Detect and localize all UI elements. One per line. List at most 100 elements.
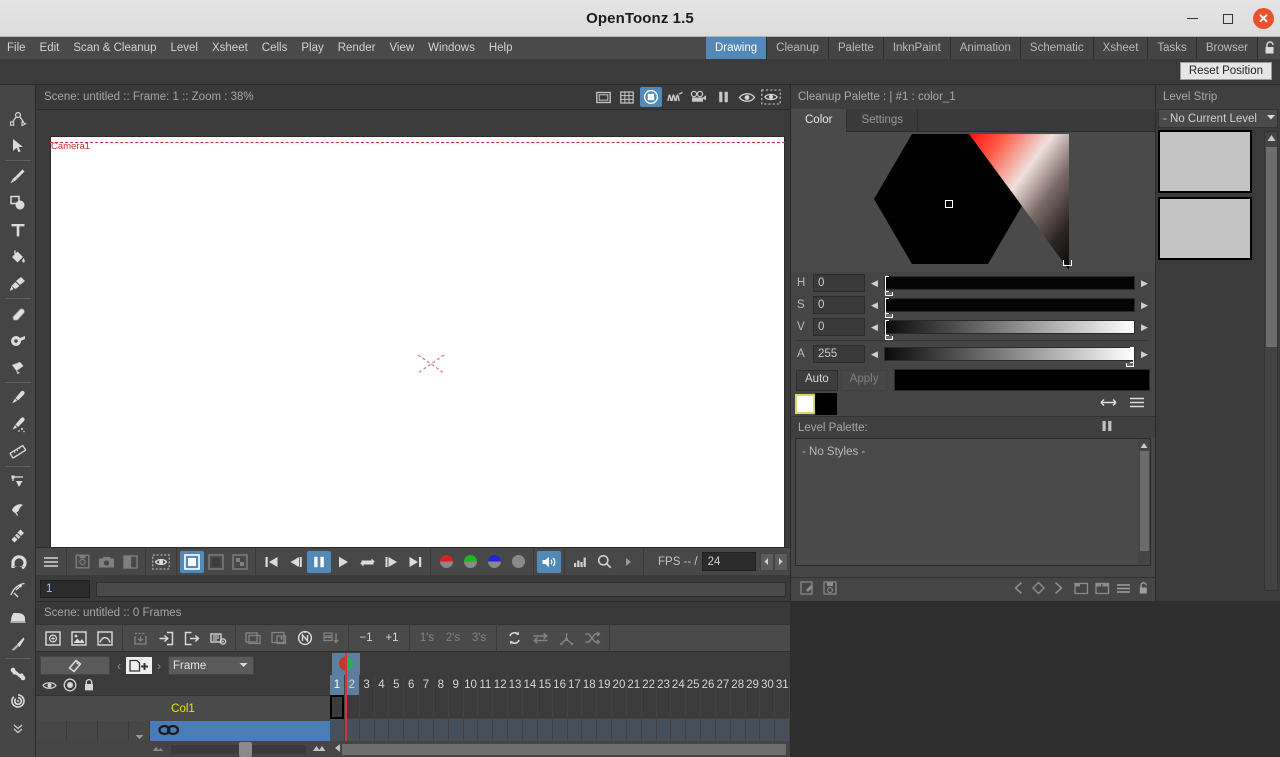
slider-inc-a[interactable]: ▶ [1140,349,1149,360]
eraser-tool[interactable] [3,300,33,327]
skip-end-icon[interactable] [403,551,427,573]
fps-decrement-button[interactable] [759,552,774,571]
frame-number-3[interactable]: 3 [360,675,375,695]
slider-track-v[interactable] [884,320,1135,340]
menu-edit[interactable]: Edit [33,37,67,59]
slider-inc-s[interactable]: ▶ [1140,300,1149,311]
geometric-tool[interactable] [3,189,33,216]
zoom-out-columns-icon[interactable] [151,744,165,756]
toggle-orientation-button[interactable] [40,656,110,675]
skip-start-icon[interactable] [259,551,283,573]
smart-raster-brush-tool[interactable] [3,270,33,297]
eye-icon[interactable] [42,680,57,694]
table-row[interactable] [626,695,642,741]
level-palette-body[interactable]: - No Styles - [795,438,1151,566]
rgb-picker-tool[interactable] [3,411,33,438]
new-level-button[interactable] [126,657,152,674]
white-bg-icon[interactable] [180,550,204,573]
swap-colors-icon[interactable] [1100,397,1117,411]
minimize-button[interactable] [1181,8,1203,30]
auto-button[interactable]: Auto [796,369,838,391]
edit-palette-icon[interactable] [796,581,819,598]
animate-tool[interactable] [3,105,33,132]
room-tab-drawing[interactable]: Drawing [705,37,768,59]
tracker-tool[interactable] [3,687,33,714]
set-key-icon[interactable] [1031,581,1046,598]
table-row[interactable] [775,695,791,741]
column-seg-2[interactable] [67,721,98,741]
new-toonz-raster-level-button[interactable] [66,627,92,649]
frame-number-1[interactable]: 1 [330,675,345,695]
play-icon[interactable] [331,551,355,573]
xsheet-column-name[interactable]: Col1 [171,703,195,715]
frame-number-27[interactable]: 27 [716,675,731,695]
frame-number-26[interactable]: 26 [701,675,716,695]
menu-level[interactable]: Level [163,37,205,59]
column-seg-3[interactable] [98,721,129,741]
lock-rooms-icon[interactable] [1262,40,1278,56]
new-style-swatch[interactable] [815,393,837,415]
table-row[interactable] [671,695,687,741]
room-tab-palette[interactable]: Palette [829,37,884,59]
canvas-paper[interactable] [50,136,785,561]
bar-histogram-icon[interactable] [568,551,592,573]
fps-value-field[interactable]: 24 [701,552,756,571]
room-tab-schematic[interactable]: Schematic [1020,37,1094,59]
random-button[interactable] [579,627,605,649]
finger-tool[interactable] [3,354,33,381]
decrease-step-button[interactable]: −1 [353,627,379,649]
frame-number-24[interactable]: 24 [671,675,687,695]
table-row[interactable] [730,695,746,741]
slider-field-h[interactable]: 0 [813,274,865,292]
menu-play[interactable]: Play [294,37,330,59]
options-menu-icon[interactable] [1116,583,1131,597]
viewer-canvas[interactable]: Camera1 [50,111,790,561]
new-page-icon[interactable] [1095,582,1110,598]
table-row[interactable] [389,695,405,741]
frame-number-21[interactable]: 21 [627,675,642,695]
table-row[interactable] [701,695,716,741]
zoom-in-columns-icon[interactable] [312,744,326,756]
more-tools-button[interactable] [3,714,33,741]
table-row[interactable] [537,695,553,741]
frame-display-selector[interactable]: Frame [168,656,254,675]
slider-track-s[interactable] [884,298,1135,318]
safe-area-icon[interactable] [592,87,614,107]
palette-options-menu-icon[interactable] [1129,397,1145,411]
step-3-button[interactable]: 3's [466,627,492,649]
frame-number-13[interactable]: 13 [508,675,523,695]
room-tab-tasks[interactable]: Tasks [1148,37,1197,59]
triangle-right-icon[interactable] [616,551,640,573]
frame-number-30[interactable]: 30 [760,675,776,695]
slider-track-a[interactable] [884,347,1135,367]
camera-icon[interactable] [94,551,118,573]
export-level-button[interactable] [179,627,205,649]
step-forward-icon[interactable] [379,551,403,573]
frame-number-10[interactable]: 10 [464,675,479,695]
frame-number-29[interactable]: 29 [746,675,761,695]
frame-number-28[interactable]: 28 [731,675,746,695]
ruler-tool[interactable] [3,438,33,465]
frame-number-25[interactable]: 25 [686,675,702,695]
level-palette-scrollbar[interactable] [1138,439,1150,565]
level-strip-cell-1[interactable] [1158,130,1252,193]
frame-number-12[interactable]: 12 [493,675,509,695]
style-picker-tool[interactable] [3,384,33,411]
speaker-icon[interactable] [537,550,561,573]
sub-xsheet-button[interactable] [266,627,292,649]
slider-dec-s[interactable]: ◀ [870,300,879,311]
red-channel-icon[interactable] [434,551,458,573]
room-tab-animation[interactable]: Animation [950,37,1021,59]
slider-dec-h[interactable]: ◀ [870,278,879,289]
level-strip-scroll-thumb[interactable] [1266,147,1277,347]
frame-number-2[interactable]: 2 [345,675,360,695]
scroll-left-arrow-icon[interactable] [333,743,342,756]
new-vector-level-button[interactable] [40,627,66,649]
viewer-frame-slider[interactable] [96,581,786,597]
frame-number-5[interactable]: 5 [389,675,405,695]
scan-settings-button[interactable] [205,627,231,649]
blue-channel-icon[interactable] [482,551,506,573]
column-config-button[interactable] [129,721,150,741]
current-style-swatch[interactable] [795,394,815,414]
table-row[interactable] [582,695,598,741]
